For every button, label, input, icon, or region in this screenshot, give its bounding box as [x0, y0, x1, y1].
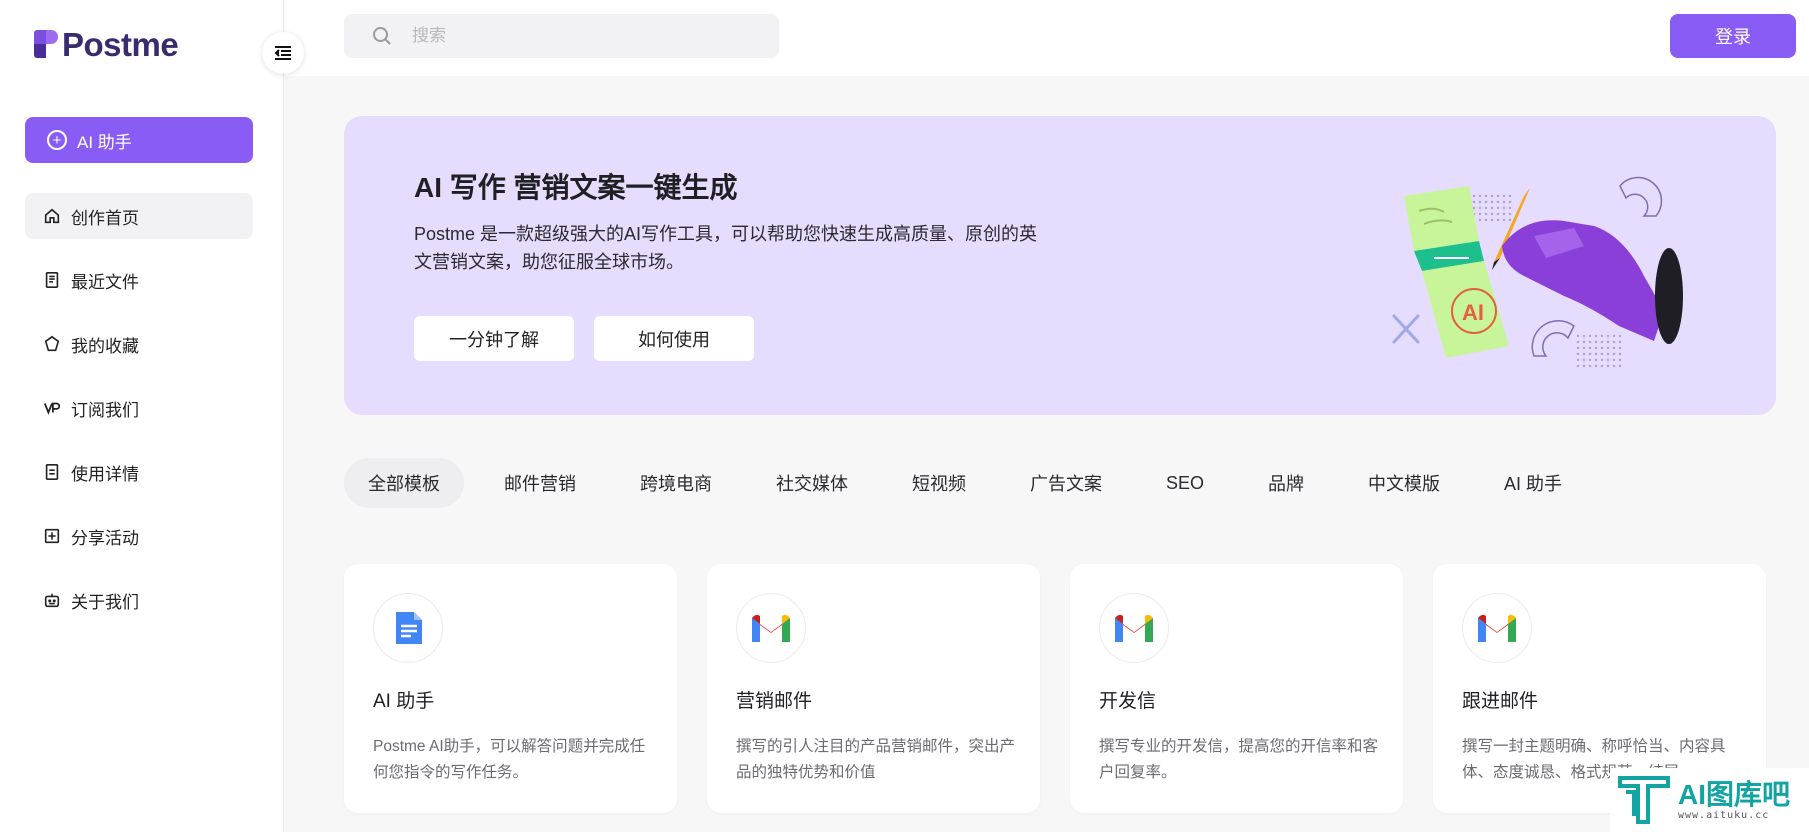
tab-cross-border-ecommerce[interactable]: 跨境电商: [616, 458, 736, 508]
home-icon: [43, 207, 61, 225]
site-watermark: AI图库吧 www.aituku.cc: [1610, 768, 1809, 832]
sidebar-item-recent-files[interactable]: 最近文件: [25, 257, 253, 303]
watermark-text: AI图库吧: [1678, 778, 1791, 810]
plus-circle-icon: +: [47, 130, 67, 150]
sidebar-item-about[interactable]: 关于我们: [25, 577, 253, 623]
sidebar-item-label: 分享活动: [71, 528, 139, 548]
top-header: 登录: [285, 0, 1809, 76]
sidebar-item-usage[interactable]: 使用详情: [25, 449, 253, 495]
banner-description: Postme 是一款超级强大的AI写作工具，可以帮助您快速生成高质量、原创的英文…: [414, 224, 1038, 272]
tab-chinese-templates[interactable]: 中文模版: [1344, 458, 1464, 508]
watermark-url: www.aituku.cc: [1678, 809, 1770, 821]
svg-text:AI: AI: [1462, 300, 1484, 325]
tab-ad-copy[interactable]: 广告文案: [1006, 458, 1126, 508]
aituku-logo-icon: [1618, 776, 1670, 824]
brand-logo[interactable]: Postme: [34, 26, 179, 64]
card-description: 撰写的引人注目的产品营销邮件，突出产品的独特优势和价值: [736, 738, 1016, 781]
tab-email-marketing[interactable]: 邮件营销: [480, 458, 600, 508]
card-title: 开发信: [1099, 691, 1157, 712]
sidebar-item-label: 使用详情: [71, 464, 139, 484]
sidebar-item-label: 关于我们: [71, 592, 139, 612]
postme-logo-icon: [34, 30, 58, 60]
card-description: 撰写专业的开发信，提高您的开信率和客户回复率。: [1099, 738, 1379, 781]
search-icon: [373, 27, 391, 45]
brand-name: Postme: [62, 26, 179, 63]
tab-short-video[interactable]: 短视频: [888, 458, 990, 508]
tab-seo[interactable]: SEO: [1142, 458, 1228, 508]
card-title: AI 助手: [373, 691, 435, 712]
sidebar-item-label: 订阅我们: [71, 400, 139, 420]
sidebar-item-subscribe[interactable]: 订阅我们: [25, 385, 253, 431]
list-icon: [43, 463, 61, 481]
gmail-icon: [736, 593, 806, 663]
template-category-tabs: 全部模板 邮件营销 跨境电商 社交媒体 短视频 广告文案 SEO 品牌 中文模版…: [344, 458, 1602, 508]
collapse-sidebar-button[interactable]: [262, 32, 304, 74]
ai-writing-illustration: AI: [1392, 176, 1683, 368]
google-docs-icon: [373, 593, 443, 663]
collapse-menu-icon: [274, 46, 291, 60]
card-title: 营销邮件: [736, 691, 813, 712]
banner-title: AI 写作 营销文案一键生成: [414, 172, 738, 203]
template-card-marketing-email[interactable]: 营销邮件 撰写的引人注目的产品营销邮件，突出产品的独特优势和价值: [707, 564, 1040, 813]
tab-brand[interactable]: 品牌: [1244, 458, 1328, 508]
sidebar-item-label: 我的收藏: [71, 336, 139, 356]
sidebar-item-share[interactable]: 分享活动: [25, 513, 253, 559]
learn-in-one-minute-button[interactable]: 一分钟了解: [414, 316, 574, 361]
sidebar-item-label: 创作首页: [71, 208, 139, 228]
template-card-cold-email[interactable]: 开发信 撰写专业的开发信，提高您的开信率和客户回复率。: [1070, 564, 1403, 813]
card-description: Postme AI助手，可以解答问题并完成任何您指令的写作任务。: [373, 738, 646, 781]
tab-social-media[interactable]: 社交媒体: [752, 458, 872, 508]
gmail-icon: [1462, 593, 1532, 663]
how-to-use-button[interactable]: 如何使用: [594, 316, 754, 361]
robot-icon: [43, 591, 61, 609]
sidebar-nav: 创作首页 最近文件 我的收藏 订阅我们 使用详情 分享活动 关于我们: [25, 193, 253, 641]
share-plus-icon: [43, 527, 61, 545]
hero-banner: AI 写作 营销文案一键生成 Postme 是一款超级强大的AI写作工具，可以帮…: [344, 116, 1776, 415]
template-card-ai-assistant[interactable]: AI 助手 Postme AI助手，可以解答问题并完成任何您指令的写作任务。: [344, 564, 677, 813]
sidebar-item-home[interactable]: 创作首页: [25, 193, 253, 239]
document-icon: [43, 271, 61, 289]
sidebar: Postme + AI 助手 创作首页 最近文件 我的收藏 订阅我们 使用详情 …: [0, 0, 284, 832]
star-icon: [43, 335, 61, 353]
gmail-icon: [1099, 593, 1169, 663]
sidebar-item-label: 最近文件: [71, 272, 139, 292]
template-card-grid: AI 助手 Postme AI助手，可以解答问题并完成任何您指令的写作任务。 营…: [344, 564, 1796, 813]
ai-assistant-label: AI 助手: [77, 132, 132, 152]
login-button[interactable]: 登录: [1670, 14, 1796, 58]
sidebar-item-favorites[interactable]: 我的收藏: [25, 321, 253, 367]
vip-icon: [43, 399, 61, 417]
tab-all-templates[interactable]: 全部模板: [344, 458, 464, 508]
card-title: 跟进邮件: [1462, 691, 1539, 712]
ai-assistant-button[interactable]: + AI 助手: [25, 117, 253, 163]
tab-ai-assistant[interactable]: AI 助手: [1480, 458, 1586, 508]
search-bar[interactable]: [344, 14, 779, 58]
search-input[interactable]: [412, 26, 752, 46]
